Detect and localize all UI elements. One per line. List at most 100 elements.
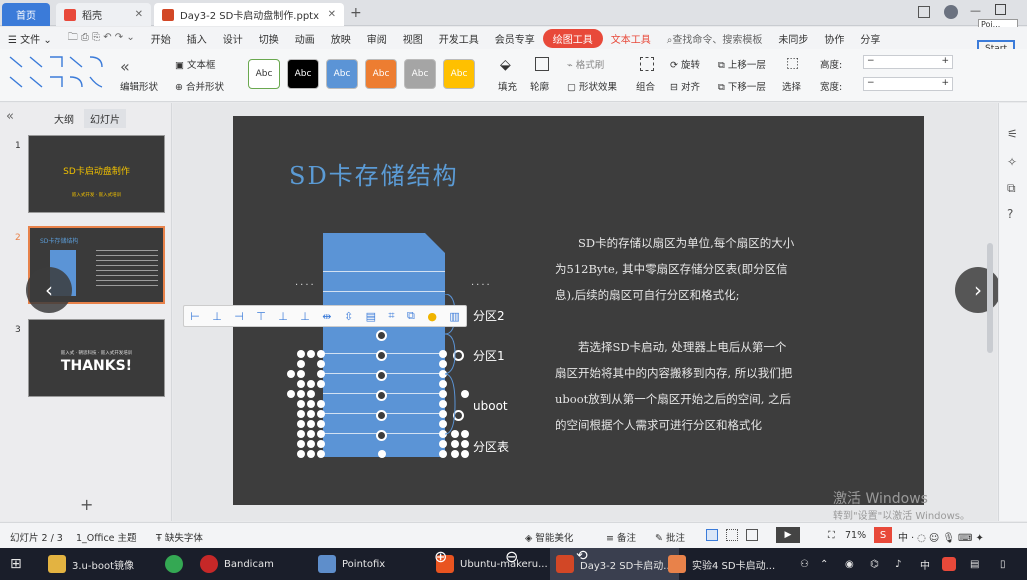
tray-person-icon[interactable]: ⚇ — [800, 548, 809, 580]
notes-button[interactable]: ≡ 备注 — [606, 530, 636, 544]
pin-icon[interactable]: ✧ — [1007, 155, 1017, 169]
fit-icon[interactable]: ⛶ — [828, 530, 835, 541]
status-theme[interactable]: 1_Office 主题 — [76, 530, 137, 544]
settings-icon[interactable]: ⚟ — [1007, 127, 1018, 141]
menu-review[interactable]: 审阅 — [359, 31, 395, 46]
vertical-scrollbar[interactable] — [987, 243, 993, 353]
notification-icon[interactable]: ▤ — [970, 548, 979, 580]
format-brush-button[interactable]: ⌁ 格式刷 — [567, 57, 604, 71]
distribute-v-icon[interactable]: ⇳ — [344, 310, 353, 323]
menu-drawing-tools[interactable]: 绘图工具 — [542, 28, 603, 48]
align-left-icon[interactable]: ⊢ — [190, 310, 200, 323]
distribute-h-icon[interactable]: ⇹ — [322, 310, 331, 323]
fill-button[interactable]: 填充 — [498, 79, 517, 93]
align-top-icon[interactable]: ⊤ — [256, 310, 266, 323]
close-icon[interactable]: ✕ — [135, 9, 143, 20]
menu-file[interactable]: ☰ 文件 ⌄ — [0, 31, 60, 46]
new-tab-button[interactable]: + — [350, 5, 362, 21]
tray-ime-label[interactable]: 中 — [920, 548, 930, 580]
minimize-icon[interactable]: — — [970, 4, 981, 17]
prev-slide-button[interactable]: ‹ — [26, 267, 72, 313]
same-size-icon[interactable]: ▤ — [366, 310, 376, 323]
grid-view-icon[interactable] — [726, 529, 738, 541]
menu-developer[interactable]: 开发工具 — [431, 31, 487, 46]
slide-paragraph-1[interactable]: SD卡的存储以扇区为单位,每个扇区的大小为512Byte, 其中零扇区存储分区表… — [555, 230, 795, 308]
zoom-out-icon[interactable]: ⊖ — [505, 540, 518, 572]
taskbar-item-chrome[interactable] — [165, 548, 189, 580]
menu-design[interactable]: 设计 — [215, 31, 251, 46]
menu-slideshow[interactable]: 放映 — [323, 31, 359, 46]
style-sample-4[interactable]: Abc — [365, 59, 397, 89]
zoom-in-icon[interactable]: ⊕ — [434, 540, 447, 572]
tray-up-icon[interactable]: ⌃ — [820, 548, 828, 580]
taskbar-item-folder[interactable]: 3.u-boot镜像 — [48, 548, 134, 580]
show-desktop-icon[interactable]: ▯ — [1000, 548, 1006, 580]
style-sample-1[interactable]: Abc — [248, 59, 280, 89]
add-slide-button[interactable]: + — [80, 495, 93, 514]
menu-transition[interactable]: 切换 — [251, 31, 287, 46]
merge-shape-button[interactable]: ⊕ 合并形状 — [175, 79, 224, 93]
menu-home[interactable]: 开始 — [143, 31, 179, 46]
slide-thumbnail-3[interactable]: 嵌入式 · 朝思科技 · 嵌入式开发培训 THANKS! — [28, 319, 165, 397]
beautify-button[interactable]: ◈ 智能美化 — [525, 530, 573, 544]
menu-vip[interactable]: 会员专享 — [487, 31, 543, 46]
shape-effect-button[interactable]: ▢ 形状效果 — [567, 79, 617, 93]
sogou-ime-icon[interactable]: S — [874, 527, 892, 543]
label-partition-table[interactable]: 分区表 — [473, 438, 509, 455]
tab-home[interactable]: 首页 — [2, 3, 50, 26]
slide-title[interactable]: SD卡存储结构 — [289, 156, 459, 191]
width-input[interactable]: − + — [863, 77, 953, 91]
tray-s-icon[interactable] — [942, 548, 962, 580]
missing-font-button[interactable]: Ŧ 缺失字体 — [156, 530, 203, 544]
style-sample-2[interactable]: Abc — [287, 59, 319, 89]
taskbar-item-ubuntu[interactable]: Ubuntu-makeru... — [436, 548, 548, 580]
height-input[interactable]: − + — [863, 55, 953, 69]
edit-shape-button[interactable]: 编辑形状 — [120, 79, 158, 93]
sync-button[interactable]: 未同步 — [770, 31, 816, 46]
menu-text-tools[interactable]: 文本工具 — [603, 31, 659, 46]
outline-icon[interactable] — [535, 57, 549, 71]
taskbar-item-bandicam[interactable]: Bandicam — [200, 548, 274, 580]
menu-insert[interactable]: 插入 — [179, 31, 215, 46]
select-icon[interactable]: ⬚ — [786, 55, 799, 71]
bring-forward-button[interactable]: ⧉ 上移一层 — [718, 57, 766, 71]
comment-button[interactable]: ✎ 批注 — [655, 530, 685, 544]
taskbar-item-pptx[interactable]: Day3-2 SD卡启动... — [550, 548, 679, 580]
play-icon[interactable]: ▶ — [776, 527, 800, 543]
align-center-icon[interactable]: ⊥ — [212, 310, 222, 323]
tab-docer[interactable]: 稻壳 ✕ — [56, 3, 151, 26]
style-sample-6[interactable]: Abc — [443, 59, 475, 89]
slide-paragraph-2[interactable]: 若选择SD卡启动, 处理器上电后从第一个扇区开始将其中的内容搬移到内存, 所以我… — [555, 334, 795, 438]
more-icon[interactable]: ▥ — [449, 310, 459, 323]
tab-outline[interactable]: 大纲 — [54, 111, 74, 126]
lightbulb-icon[interactable]: ● — [427, 310, 437, 323]
edit-shape-icon[interactable]: « — [120, 57, 130, 76]
send-backward-button[interactable]: ⧉ 下移一层 — [718, 79, 766, 93]
tab-slides[interactable]: 幻灯片 — [84, 109, 126, 128]
quick-access-icons[interactable]: 🗀 ⎙ ⎘ ↶ ↷ ⌄ — [60, 30, 143, 47]
slide-thumbnail-1[interactable]: SD卡启动盘制作 嵌入式开发 · 嵌入式培训 — [28, 135, 165, 213]
crop-icon[interactable]: ⌗ — [388, 309, 394, 323]
fill-icon[interactable]: ⬙ — [500, 57, 511, 73]
group-icon[interactable] — [640, 57, 654, 71]
style-sample-3[interactable]: Abc — [326, 59, 358, 89]
selection-handles-center[interactable] — [375, 330, 389, 464]
ime-toolbar[interactable]: 中·◌☺🎙⌨✦ — [898, 529, 987, 544]
tray-network-icon[interactable]: ⌬ — [870, 548, 879, 580]
search-command[interactable]: ⌕查找命令、搜索模板 — [659, 31, 771, 46]
copy-icon[interactable]: ⧉ — [1007, 181, 1016, 196]
align-middle-icon[interactable]: ⊥ — [278, 310, 288, 323]
menu-animation[interactable]: 动画 — [287, 31, 323, 46]
outline-button[interactable]: 轮廓 — [530, 79, 549, 93]
share-button[interactable]: 分享 — [852, 31, 888, 46]
tray-volume-icon[interactable]: ♪ — [895, 548, 901, 580]
collapse-icon[interactable]: « — [6, 109, 14, 124]
align-right-icon[interactable]: ⊣ — [234, 310, 244, 323]
menu-view[interactable]: 视图 — [395, 31, 431, 46]
reading-view-icon[interactable] — [746, 529, 758, 541]
group-icon[interactable]: ⧉ — [407, 309, 415, 323]
style-sample-5[interactable]: Abc — [404, 59, 436, 89]
align-button[interactable]: ⊟ 对齐 — [670, 79, 700, 93]
collab-button[interactable]: 协作 — [816, 31, 852, 46]
group-button[interactable]: 组合 — [636, 79, 655, 93]
